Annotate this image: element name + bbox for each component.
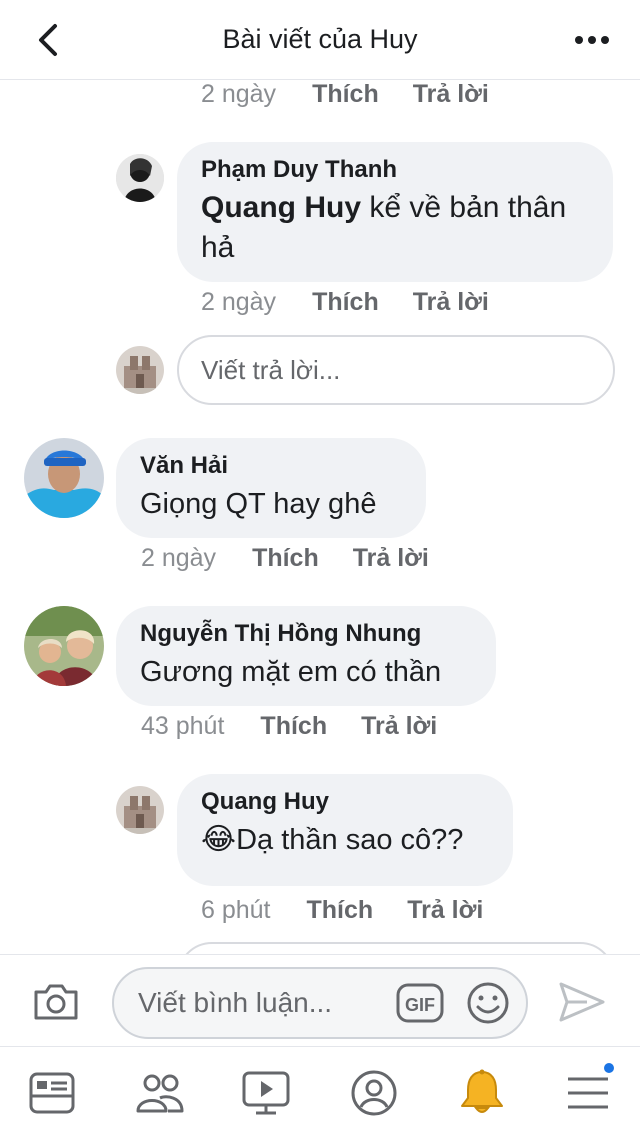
mention-link[interactable]: Quang Huy [201, 191, 361, 224]
watch-icon [242, 1071, 290, 1115]
avatar[interactable] [116, 786, 164, 834]
avatar [116, 346, 164, 394]
like-link[interactable]: Thích [260, 712, 327, 741]
avatar[interactable] [116, 154, 164, 202]
like-link[interactable]: Thích [252, 544, 319, 573]
comment-time: 6 phút [201, 896, 271, 924]
comment-meta: 6 phút Thích Trả lời [201, 896, 483, 925]
reply-input[interactable]: Viết trả lời... [177, 335, 615, 405]
tab-groups[interactable] [130, 1065, 190, 1121]
avatar-image [116, 346, 164, 394]
news-feed-icon [29, 1072, 75, 1114]
reply-link[interactable]: Trả lời [407, 896, 483, 925]
reply-link[interactable]: Trả lời [413, 288, 489, 317]
more-button[interactable] [570, 22, 614, 58]
comment-time: 2 ngày [201, 80, 277, 108]
comment-text-part: kể về bản thân [361, 191, 567, 224]
gif-label: GIF [405, 995, 435, 1015]
page-title: Bài viết của Huy [222, 24, 418, 54]
gif-button[interactable]: GIF [396, 983, 444, 1023]
notification-dot [602, 1061, 616, 1075]
comment-text: Gương mặt em có thần [140, 656, 442, 688]
camera-icon [34, 984, 78, 1020]
comment-time: 2 ngày [201, 288, 277, 316]
comment-meta: 2 ngày Thích Trả lời [201, 80, 489, 109]
comment-input-placeholder: Viết bình luận... [138, 987, 333, 1018]
header: Bài viết của Huy [0, 0, 640, 80]
reply-input[interactable] [177, 942, 615, 954]
avatar-image [24, 438, 104, 518]
bottom-tab-bar [0, 1046, 640, 1136]
comment-bubble[interactable]: Nguyễn Thị Hồng Nhung Gương mặt em có th… [116, 606, 496, 706]
send-icon [559, 982, 605, 1022]
smiley-icon [467, 982, 509, 1024]
comment-input[interactable]: Viết bình luận... GIF [112, 967, 528, 1039]
comment-text: Giọng QT hay ghê [140, 488, 377, 520]
avatar[interactable] [24, 606, 104, 686]
reply-link[interactable]: Trả lời [353, 544, 429, 573]
comment-bubble[interactable]: Quang Huy 😂Dạ thần sao cô?? [177, 774, 513, 886]
reply-input-placeholder: Viết trả lời... [201, 354, 341, 385]
notifications-icon [461, 1069, 503, 1113]
screen: Bài viết của Huy 2 ngày Thích Trả lời Ph… [0, 0, 640, 1136]
tab-watch[interactable] [236, 1065, 296, 1121]
laughing-emoji-icon: 😂 [201, 823, 237, 856]
comment-author[interactable]: Phạm Duy Thanh [201, 156, 589, 184]
comment-composer: Viết bình luận... GIF [0, 954, 640, 1046]
comment-author[interactable]: Quang Huy [201, 788, 489, 816]
comment-time: 43 phút [141, 712, 225, 740]
comment-author[interactable]: Văn Hải [140, 452, 402, 480]
groups-icon [136, 1074, 184, 1113]
comment-text-part: hả [201, 231, 235, 264]
comment-meta: 2 ngày Thích Trả lời [141, 544, 429, 573]
comment-text-part: Dạ thần sao cô?? [236, 824, 464, 856]
avatar-image [116, 154, 164, 202]
comment-bubble[interactable]: Phạm Duy Thanh Quang Huy kể về bản thân h… [177, 142, 613, 282]
more-horizontal-icon [575, 36, 609, 44]
like-link[interactable]: Thích [312, 80, 379, 109]
tab-menu[interactable] [558, 1061, 618, 1121]
comment-author[interactable]: Nguyễn Thị Hồng Nhung [140, 620, 472, 648]
comment-text: Quang Huy kể về bản thân hả [201, 188, 589, 268]
comment-meta: 43 phút Thích Trả lời [141, 712, 437, 741]
gif-icon: GIF [396, 983, 444, 1023]
comment-feed: 2 ngày Thích Trả lời Phạm Duy Thanh Quan… [0, 80, 640, 954]
menu-icon [568, 1077, 608, 1109]
tab-profile[interactable] [344, 1065, 404, 1121]
camera-button[interactable] [28, 977, 84, 1027]
avatar[interactable] [24, 438, 104, 518]
reply-link[interactable]: Trả lời [361, 712, 437, 741]
tab-notifications[interactable] [452, 1065, 512, 1121]
comment-bubble[interactable]: Văn Hải Giọng QT hay ghê [116, 438, 426, 538]
profile-icon [351, 1070, 397, 1116]
send-button[interactable] [556, 979, 608, 1025]
reply-link[interactable]: Trả lời [413, 80, 489, 109]
like-link[interactable]: Thích [312, 288, 379, 317]
avatar-image [24, 606, 104, 686]
comment-text: 😂Dạ thần sao cô?? [201, 820, 489, 860]
comment-meta: 2 ngày Thích Trả lời [201, 288, 489, 317]
tab-news-feed[interactable] [22, 1065, 82, 1121]
emoji-button[interactable] [466, 981, 510, 1025]
comment-time: 2 ngày [141, 544, 217, 572]
like-link[interactable]: Thích [307, 896, 374, 925]
avatar-image [116, 786, 164, 834]
